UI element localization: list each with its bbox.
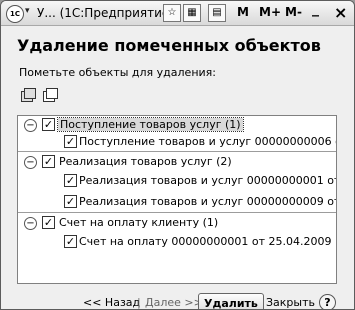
tree-group-label[interactable]: Поступление товаров услуг (1): [57, 116, 244, 133]
footer-separator: |: [137, 296, 141, 309]
help-icon[interactable]: ?: [319, 294, 336, 309]
app-window: 1С ▾ У... (1С:Предприятие) ☆ ▦ ▤ M M+ M-…: [0, 0, 355, 310]
group-checkbox[interactable]: ✓: [42, 118, 55, 131]
titlebar: 1С ▾ У... (1С:Предприятие) ☆ ▦ ▤ M M+ M-…: [1, 1, 354, 26]
uncheck-all-icon[interactable]: [43, 88, 58, 102]
item-checkbox[interactable]: ✓: [64, 235, 77, 248]
item-checkbox[interactable]: ✓: [64, 135, 77, 148]
close-dialog-button[interactable]: Закрыть: [266, 293, 315, 309]
page-title: Удаление помеченных объектов: [17, 36, 321, 55]
calculator-icon[interactable]: ▤: [208, 4, 226, 22]
m-minus-button[interactable]: M-: [285, 5, 302, 19]
collapse-toggle-icon[interactable]: −: [24, 156, 37, 169]
calendar-icon[interactable]: ▦: [183, 4, 201, 22]
app-menu-chevron-icon[interactable]: ▾: [25, 6, 30, 16]
m-button[interactable]: M: [237, 5, 249, 19]
item-checkbox[interactable]: ✓: [64, 195, 77, 208]
close-button[interactable]: ×: [334, 3, 347, 22]
tree-item-label[interactable]: Реализация товаров и услуг 00000000001 о…: [79, 172, 336, 189]
tree-group-label[interactable]: Реализация товаров услуг (2): [59, 153, 232, 170]
instruction-label: Пометьте объекты для удаления:: [19, 66, 216, 79]
tree-item-label[interactable]: Реализация товаров и услуг 00000000009 о…: [79, 193, 336, 210]
check-all-icon[interactable]: [21, 88, 36, 102]
back-button[interactable]: << Назад: [83, 293, 140, 309]
item-checkbox[interactable]: ✓: [64, 174, 77, 187]
tree-item-label[interactable]: Поступление товаров и услуг 00000000006 …: [79, 133, 336, 150]
collapse-toggle-icon[interactable]: −: [24, 119, 37, 132]
divider: [18, 212, 336, 213]
next-button[interactable]: Далее >>: [145, 293, 203, 309]
minimize-button[interactable]: _: [312, 1, 319, 17]
content: Удаление помеченных объектов Пометьте об…: [1, 26, 354, 309]
app-logo-icon[interactable]: 1С: [6, 5, 24, 23]
m-plus-button[interactable]: M+: [259, 5, 281, 19]
divider: [18, 151, 336, 152]
delete-button[interactable]: Удалить: [198, 293, 264, 309]
footer: << Назад | Далее >> Удалить Закрыть ?: [1, 290, 354, 309]
tree-group-label[interactable]: Счет на оплату клиенту (1): [59, 214, 218, 231]
group-checkbox[interactable]: ✓: [42, 155, 55, 168]
objects-tree[interactable]: − ✓ Поступление товаров услуг (1) ✓ Пост…: [17, 115, 337, 284]
collapse-toggle-icon[interactable]: −: [24, 217, 37, 230]
group-checkbox[interactable]: ✓: [42, 216, 55, 229]
star-icon[interactable]: ☆: [163, 4, 181, 22]
tree-item-label[interactable]: Счет на оплату 00000000001 от 25.04.2009…: [79, 233, 336, 250]
window-title: У... (1С:Предприятие): [37, 6, 174, 20]
